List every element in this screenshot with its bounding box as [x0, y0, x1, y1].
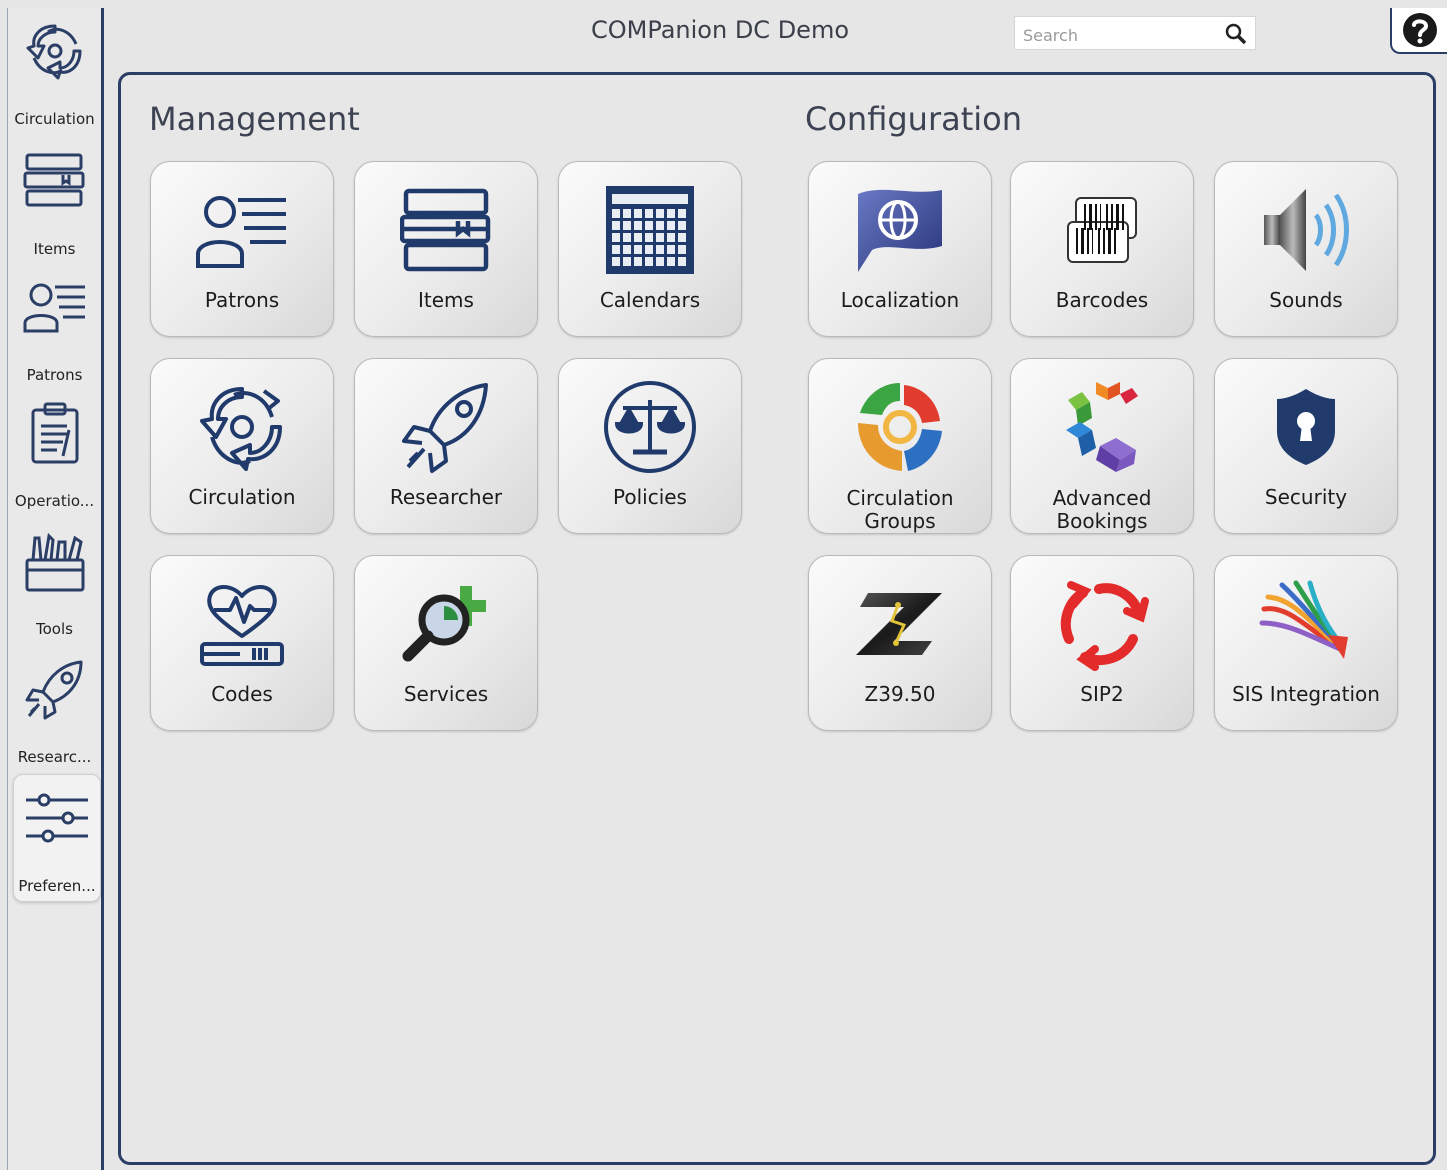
sidebar-item-patrons[interactable]: Patrons [8, 264, 101, 390]
help-icon [1402, 13, 1437, 47]
shield-lock-icon [1215, 377, 1397, 477]
sidebar: Circulation Items Patrons Operatio... To… [7, 8, 104, 1170]
tile-label: Calendars [599, 288, 701, 312]
tile-label: Policies [613, 485, 687, 509]
search-icon[interactable] [1225, 23, 1247, 50]
sidebar-item-researcher[interactable]: Researc... [8, 646, 101, 772]
tile-label: Z39.50 [864, 682, 936, 706]
tile-sis-integration[interactable]: SIS Integration [1214, 555, 1398, 731]
tile-codes[interactable]: Codes [150, 555, 334, 731]
sidebar-item-label: Circulation [14, 110, 95, 128]
tile-label: Sounds [1269, 288, 1343, 312]
red-cycle-arrows-icon [1011, 574, 1193, 674]
tile-label: Items [418, 288, 474, 312]
sidebar-item-preferences[interactable]: Preferen... [13, 774, 101, 902]
globe-flag-icon [809, 180, 991, 280]
tile-label: Security [1264, 485, 1348, 509]
tile-label-line-2: Groups [864, 509, 936, 533]
management-title: Management [149, 100, 360, 138]
speaker-icon [1215, 180, 1397, 280]
tile-label: Localization [840, 288, 960, 312]
heart-pulse-icon [151, 574, 333, 674]
tile-researcher[interactable]: Researcher [354, 358, 538, 534]
sidebar-item-operations[interactable]: Operatio... [8, 390, 101, 516]
tile-label: SIS Integration [1232, 682, 1380, 706]
tile-barcodes[interactable]: Barcodes [1010, 161, 1194, 337]
page-title: COMPanion DC Demo [590, 16, 850, 44]
magnifier-plus-icon [355, 574, 537, 674]
tile-label: Advanced Bookings [1011, 487, 1193, 533]
tile-security[interactable]: Security [1214, 358, 1398, 534]
z-logo-icon [809, 574, 991, 674]
toolbox-icon [22, 528, 88, 594]
patron-list-icon [151, 180, 333, 280]
tile-items[interactable]: Items [354, 161, 538, 337]
circulation-arrows-icon [22, 18, 88, 84]
tile-policies[interactable]: Policies [558, 358, 742, 534]
tile-label: Circulation Groups [809, 487, 991, 533]
circulation-arrows-icon [151, 377, 333, 477]
colored-cubes-icon [1011, 377, 1193, 477]
sliders-icon [24, 785, 90, 851]
sidebar-item-label: Operatio... [14, 492, 95, 510]
configuration-title: Configuration [805, 100, 1023, 138]
tile-circulation-groups[interactable]: Circulation Groups [808, 358, 992, 534]
patron-list-icon [22, 274, 88, 340]
tile-label: SIP2 [1080, 682, 1124, 706]
tile-label-line-1: Circulation [846, 486, 954, 510]
sidebar-item-items[interactable]: Items [8, 138, 101, 264]
tile-advanced-bookings[interactable]: Advanced Bookings [1010, 358, 1194, 534]
tile-sip2[interactable]: SIP2 [1010, 555, 1194, 731]
search-input[interactable] [1021, 23, 1225, 47]
sidebar-item-label: Items [33, 240, 76, 258]
scales-icon [559, 377, 741, 477]
books-icon [355, 180, 537, 280]
tile-calendars[interactable]: Calendars [558, 161, 742, 337]
clipboard-icon [22, 400, 88, 466]
tile-label-line-1: Advanced [1052, 486, 1152, 510]
tile-services[interactable]: Services [354, 555, 538, 731]
tile-sounds[interactable]: Sounds [1214, 161, 1398, 337]
tile-label: Patrons [204, 288, 280, 312]
converging-lines-icon [1215, 574, 1397, 674]
colored-swirl-icon [809, 377, 991, 477]
tile-circulation[interactable]: Circulation [150, 358, 334, 534]
search-box[interactable] [1014, 16, 1256, 50]
rocket-icon [22, 656, 88, 722]
sidebar-item-label: Tools [36, 620, 73, 638]
calendar-grid-icon [559, 180, 741, 280]
sidebar-item-label: Patrons [26, 366, 83, 384]
tile-label: Researcher [389, 485, 503, 509]
tile-label: Circulation [188, 485, 296, 509]
tile-patrons[interactable]: Patrons [150, 161, 334, 337]
sidebar-item-tools[interactable]: Tools [8, 518, 101, 644]
tile-z3950[interactable]: Z39.50 [808, 555, 992, 731]
tile-label: Barcodes [1055, 288, 1149, 312]
tile-localization[interactable]: Localization [808, 161, 992, 337]
tile-label: Services [403, 682, 489, 706]
help-button[interactable] [1390, 8, 1447, 54]
tile-label: Codes [211, 682, 273, 706]
sidebar-item-label: Researc... [17, 748, 92, 766]
rocket-icon [355, 377, 537, 477]
sidebar-item-label: Preferen... [18, 877, 96, 895]
tile-label-line-2: Bookings [1056, 509, 1148, 533]
barcode-icon [1011, 180, 1193, 280]
books-icon [22, 148, 88, 214]
sidebar-item-circulation[interactable]: Circulation [8, 8, 101, 134]
